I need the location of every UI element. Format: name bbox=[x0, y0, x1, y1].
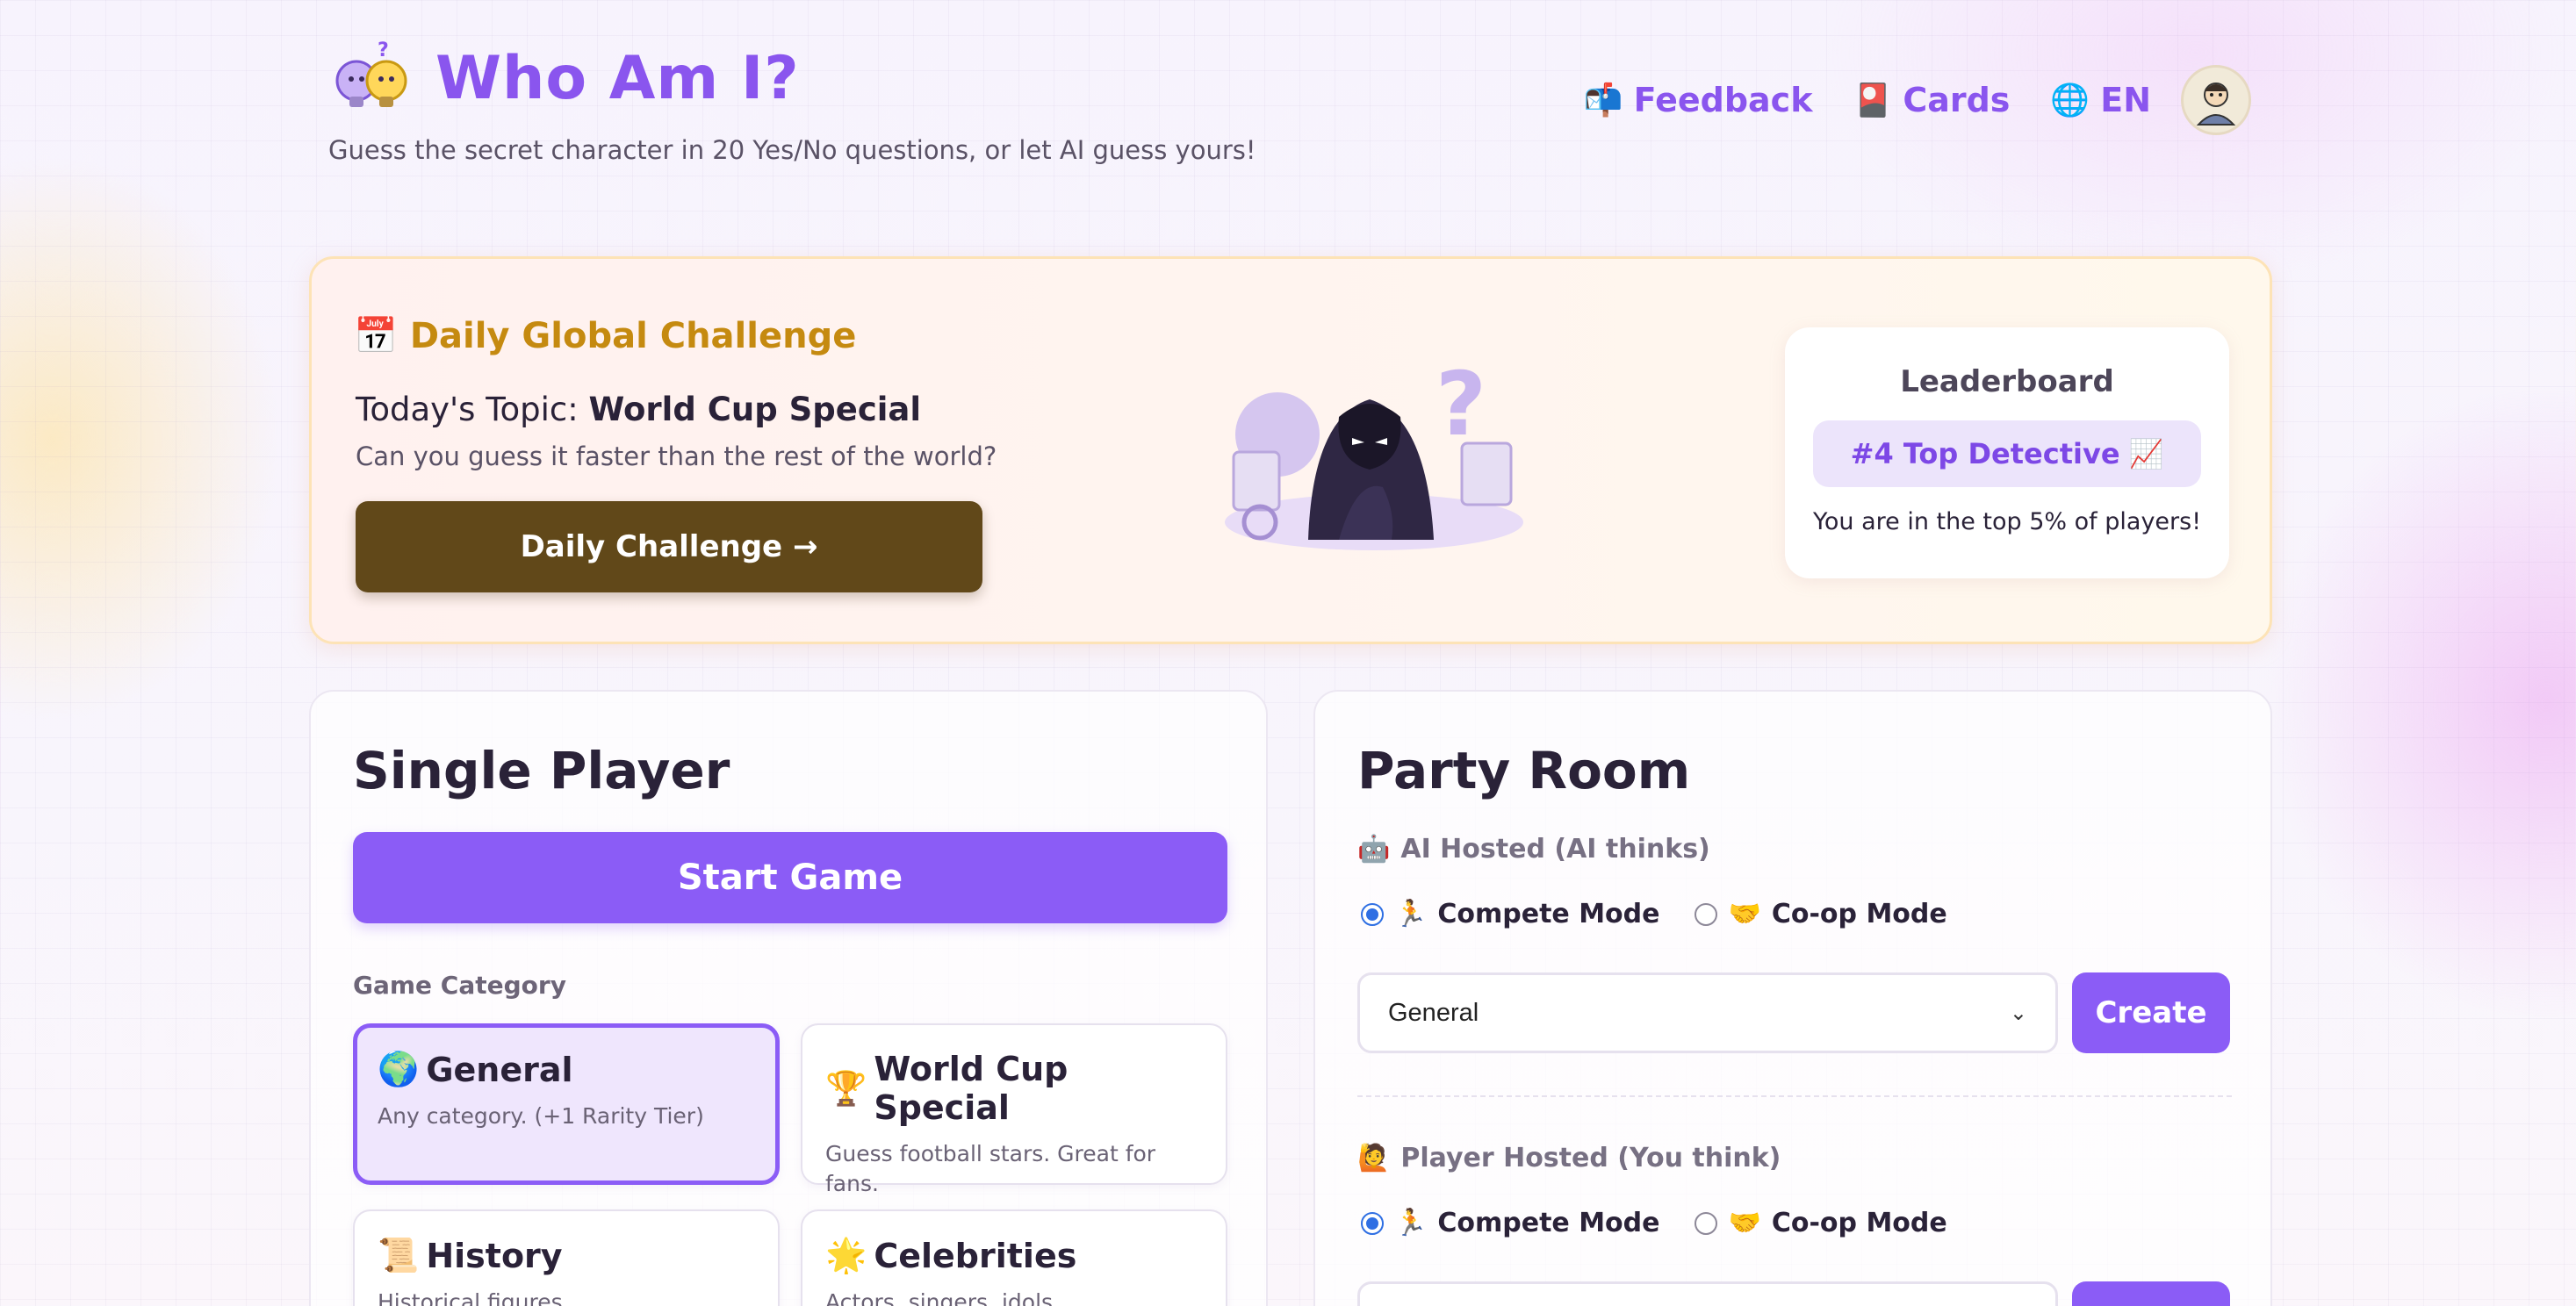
radio-selected-icon bbox=[1361, 1211, 1384, 1235]
category-card-world-cup[interactable]: 🏆 World Cup Special Guess football stars.… bbox=[801, 1023, 1227, 1196]
coop-label: Co-op Mode bbox=[1771, 899, 1947, 929]
star-icon: 🌟 bbox=[825, 1236, 867, 1274]
app-title: Who Am I? bbox=[435, 44, 800, 113]
logo-icon: ? bbox=[330, 39, 418, 126]
compete-label: Compete Mode bbox=[1437, 1208, 1660, 1238]
raised-hand-icon: 🙋 bbox=[1357, 1143, 1391, 1173]
leaderboard-title: Leaderboard bbox=[1900, 364, 2114, 399]
runner-icon: 🏃 bbox=[1394, 899, 1428, 929]
category-card-history[interactable]: 📜 History Historical figures bbox=[353, 1209, 780, 1306]
player-hosted-label: Player Hosted (You think) bbox=[1400, 1143, 1781, 1173]
leaderboard-note: You are in the top 5% of players! bbox=[1812, 508, 2202, 535]
feedback-link[interactable]: 📬 Feedback bbox=[1584, 81, 1813, 119]
player-hosted-heading: 🙋 Player Hosted (You think) bbox=[1357, 1143, 1781, 1173]
start-game-button[interactable]: Start Game bbox=[353, 832, 1227, 923]
daily-heading: 📅 Daily Global Challenge bbox=[354, 315, 857, 357]
robot-icon: 🤖 bbox=[1357, 834, 1391, 865]
ai-coop-radio[interactable]: 🤝 Co-op Mode bbox=[1695, 899, 1947, 929]
svg-text:?: ? bbox=[1436, 353, 1486, 456]
radio-selected-icon bbox=[1361, 902, 1384, 926]
section-divider bbox=[1357, 1095, 2232, 1097]
app-subtitle: Guess the secret character in 20 Yes/No … bbox=[328, 135, 1256, 165]
handshake-icon: 🤝 bbox=[1728, 1208, 1761, 1238]
top-nav: 📬 Feedback 🎴 Cards 🌐 EN bbox=[1584, 65, 2272, 135]
mystery-detective-illustration: ? bbox=[1207, 347, 1541, 557]
daily-tagline: Can you guess it faster than the rest of… bbox=[356, 441, 997, 471]
ai-hosted-label: AI Hosted (AI thinks) bbox=[1400, 834, 1710, 865]
chevron-down-icon: ⌄ bbox=[2009, 1001, 2027, 1025]
category-card-celebrities[interactable]: 🌟 Celebrities Actors, singers, idols bbox=[801, 1209, 1227, 1306]
trophy-icon: 🏆 bbox=[825, 1068, 867, 1108]
avatar-portrait-icon bbox=[2196, 83, 2236, 126]
category-desc: Actors, singers, idols bbox=[825, 1289, 1054, 1306]
radio-empty-icon bbox=[1695, 902, 1718, 926]
ai-create-button[interactable]: Create bbox=[2072, 972, 2230, 1053]
leaderboard-card: Leaderboard #4 Top Detective 📈 You are i… bbox=[1785, 327, 2229, 578]
player-mode-radios: 🏃 Compete Mode 🤝 Co-op Mode bbox=[1361, 1208, 1947, 1238]
player-coop-radio[interactable]: 🤝 Co-op Mode bbox=[1695, 1208, 1947, 1238]
player-create-button[interactable] bbox=[2072, 1281, 2230, 1306]
daily-challenge-card: 📅 Daily Global Challenge Today's Topic: … bbox=[309, 256, 2272, 644]
single-player-title: Single Player bbox=[353, 741, 730, 800]
category-title: History bbox=[426, 1236, 563, 1275]
category-title: Celebrities bbox=[874, 1236, 1077, 1275]
topic-name: World Cup Special bbox=[588, 391, 922, 428]
app-header: ? Who Am I? Guess the secret character i… bbox=[309, 32, 2272, 181]
handshake-icon: 🤝 bbox=[1728, 899, 1761, 929]
compete-label: Compete Mode bbox=[1437, 899, 1660, 929]
topic-prefix: Today's Topic: bbox=[356, 391, 579, 428]
category-title: General bbox=[426, 1050, 573, 1089]
category-desc: Guess football stars. Great for fans. bbox=[825, 1141, 1156, 1196]
game-category-label: Game Category bbox=[353, 971, 566, 1000]
radio-empty-icon bbox=[1695, 1211, 1718, 1235]
category-card-general[interactable]: 🌍 General Any category. (+1 Rarity Tier) bbox=[353, 1023, 780, 1185]
ai-mode-radios: 🏃 Compete Mode 🤝 Co-op Mode bbox=[1361, 899, 1947, 929]
calendar-icon: 📅 bbox=[354, 316, 398, 356]
scroll-icon: 📜 bbox=[378, 1236, 420, 1274]
select-value: General bbox=[1388, 998, 1479, 1027]
svg-text:?: ? bbox=[378, 39, 389, 61]
globe-icon: 🌍 bbox=[378, 1050, 420, 1088]
mailbox-icon: 📬 bbox=[1583, 83, 1623, 118]
rank-badge[interactable]: #4 Top Detective 📈 bbox=[1813, 420, 2201, 487]
category-title: World Cup Special bbox=[874, 1050, 1069, 1127]
player-compete-radio[interactable]: 🏃 Compete Mode bbox=[1361, 1208, 1659, 1238]
runner-icon: 🏃 bbox=[1394, 1208, 1428, 1238]
ai-compete-radio[interactable]: 🏃 Compete Mode bbox=[1361, 899, 1659, 929]
cards-label: Cards bbox=[1903, 81, 2011, 119]
player-category-select[interactable] bbox=[1357, 1281, 2058, 1306]
language-label: EN bbox=[2100, 81, 2151, 119]
daily-topic: Today's Topic: World Cup Special bbox=[356, 391, 921, 428]
daily-challenge-button[interactable]: Daily Challenge → bbox=[356, 501, 982, 592]
globe-icon: 🌐 bbox=[2050, 83, 2090, 118]
single-player-panel: Single Player Start Game Game Category 🌍… bbox=[309, 690, 1268, 1306]
user-avatar[interactable] bbox=[2181, 65, 2251, 135]
language-switcher[interactable]: 🌐 EN bbox=[2050, 81, 2151, 119]
category-desc: Any category. (+1 Rarity Tier) bbox=[378, 1103, 704, 1129]
cards-link[interactable]: 🎴 Cards bbox=[1853, 81, 2010, 119]
rank-badge-text: #4 Top Detective bbox=[1850, 437, 2120, 470]
ai-category-select[interactable]: General ⌄ bbox=[1357, 972, 2058, 1053]
category-desc: Historical figures bbox=[378, 1289, 563, 1306]
chart-up-icon: 📈 bbox=[2128, 437, 2164, 470]
ai-hosted-heading: 🤖 AI Hosted (AI thinks) bbox=[1357, 834, 1710, 865]
daily-heading-text: Daily Global Challenge bbox=[409, 315, 857, 356]
party-room-title: Party Room bbox=[1357, 741, 1691, 800]
feedback-label: Feedback bbox=[1633, 81, 1813, 119]
party-room-panel: Party Room 🤖 AI Hosted (AI thinks) 🏃 Com… bbox=[1313, 690, 2272, 1306]
cards-icon: 🎴 bbox=[1853, 83, 1893, 118]
coop-label: Co-op Mode bbox=[1771, 1208, 1947, 1238]
